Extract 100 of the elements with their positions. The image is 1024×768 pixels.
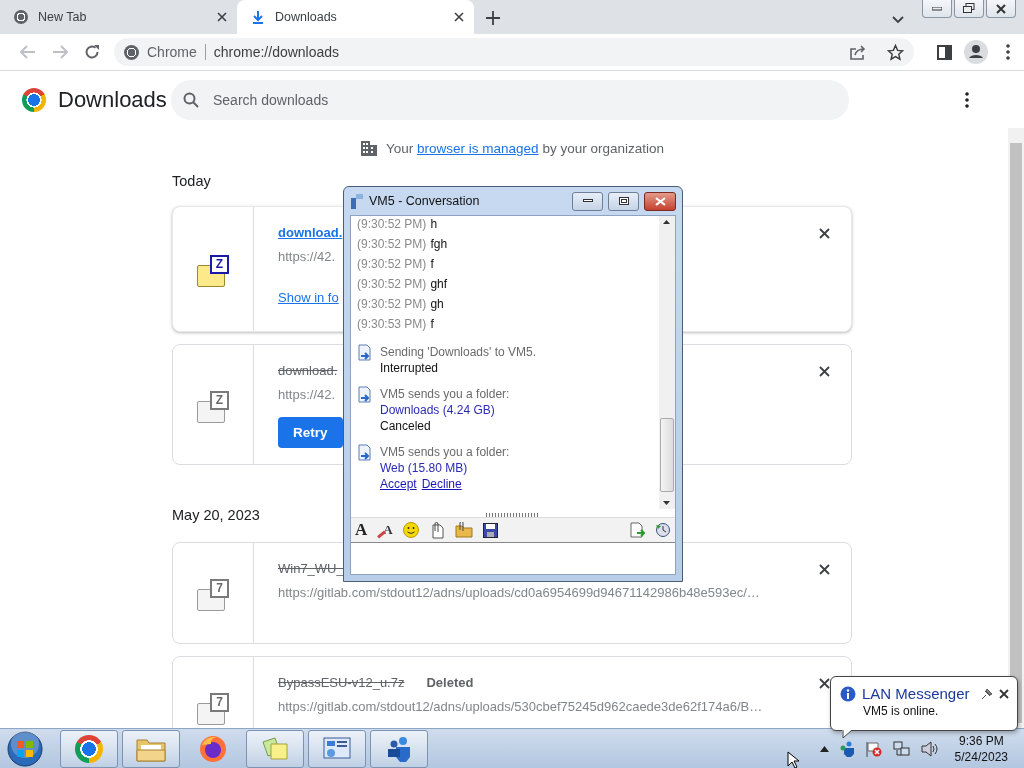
show-hidden-icons[interactable] <box>819 745 829 752</box>
source-url: https://42. <box>278 249 336 264</box>
transfer-text: VM5 sends you a folder: <box>380 444 510 460</box>
retry-button[interactable]: Retry <box>278 417 343 448</box>
close-icon <box>996 3 1006 14</box>
notification-title: LAN Messenger <box>862 685 971 702</box>
file-transfer-icon <box>357 444 373 461</box>
message-text: h <box>430 217 438 231</box>
smiley-icon[interactable] <box>402 522 419 538</box>
scrollbar[interactable] <box>659 216 675 509</box>
close-icon[interactable] <box>999 688 1009 699</box>
close-button[interactable] <box>986 0 1016 18</box>
scroll-up-icon[interactable] <box>663 220 670 224</box>
messenger-icon <box>386 734 412 763</box>
minimize-button[interactable] <box>572 191 603 211</box>
scroll-thumb[interactable] <box>660 418 674 492</box>
chrome-logo <box>22 87 46 112</box>
taskbar-button[interactable] <box>122 729 180 768</box>
reload-icon[interactable] <box>84 44 100 60</box>
browser-tab[interactable]: Downloads <box>237 0 474 34</box>
search-field[interactable]: Search downloads <box>171 79 849 120</box>
chrome-icon <box>75 734 103 763</box>
file-name[interactable]: download. <box>278 224 343 240</box>
timestamp: (9:30:52 PM) <box>357 257 427 271</box>
folder-link[interactable]: Web (15.80 MB) <box>380 460 510 476</box>
restore-button[interactable] <box>954 0 984 18</box>
transfer-status: Canceled <box>380 418 432 434</box>
clock[interactable]: 9:36 PM 5/24/2023 <box>954 732 1008 765</box>
info-icon <box>840 685 856 702</box>
close-icon[interactable] <box>217 12 227 22</box>
scrollbar[interactable] <box>1008 128 1024 728</box>
search-icon <box>183 91 199 108</box>
profile-icon[interactable] <box>964 40 988 64</box>
site-label: Chrome <box>147 44 206 60</box>
transfer-link[interactable]: Accept <box>380 476 417 492</box>
message-text: ghf <box>430 277 448 291</box>
file-name: BypassESU-v12_u.7z <box>278 674 405 690</box>
timestamp: (9:30:52 PM) <box>357 277 427 291</box>
caret-icon[interactable] <box>892 16 904 24</box>
scroll-down-icon[interactable] <box>663 501 670 505</box>
maximize-icon <box>618 197 629 205</box>
timestamp: (9:30:52 PM) <box>357 217 427 231</box>
star-icon[interactable] <box>887 43 904 61</box>
flag-alert-icon[interactable] <box>864 740 883 757</box>
date-heading: May 20, 2023 <box>172 507 260 523</box>
sticky-notes-icon <box>260 735 290 762</box>
restore-icon <box>963 3 975 14</box>
network-icon[interactable] <box>892 740 911 757</box>
message-text: f <box>430 317 434 331</box>
download-icon <box>251 10 265 24</box>
font-icon[interactable]: A <box>355 520 368 540</box>
transfer-text: VM5 sends you a folder: <box>380 386 510 402</box>
scroll-thumb[interactable] <box>1010 143 1022 723</box>
address-bar[interactable]: Chrome chrome://downloads <box>114 38 914 66</box>
source-url: https://gitlab.com/stdout12/adns/uploads/530cbef75245d962caede3de62f174a6/B… <box>278 699 763 714</box>
send-file-icon[interactable] <box>630 522 645 538</box>
transfer-status: Interrupted <box>380 360 440 376</box>
close-icon[interactable] <box>819 228 830 239</box>
taskbar-button[interactable] <box>308 729 366 768</box>
file-transfer-icon <box>357 344 373 361</box>
pin-icon[interactable] <box>981 687 993 700</box>
close-icon[interactable] <box>819 678 830 689</box>
new-tab-icon[interactable] <box>486 11 500 25</box>
file-name: Win7_WU_ <box>278 560 344 576</box>
close-icon[interactable] <box>819 564 830 575</box>
transfer-text: Sending 'Downloads' to VM5. <box>380 344 536 360</box>
taskbar-button[interactable] <box>370 729 428 768</box>
url-text: chrome://downloads <box>213 44 341 60</box>
share-icon[interactable] <box>849 44 867 60</box>
side-panel-icon[interactable] <box>936 44 952 60</box>
taskbar-button[interactable] <box>60 729 118 768</box>
messenger-icon[interactable] <box>838 740 855 757</box>
close-icon <box>654 196 666 206</box>
menu-icon[interactable] <box>1006 44 1010 60</box>
folder-link[interactable]: Downloads (4.24 GB) <box>380 402 510 418</box>
managed-link[interactable]: browser is managed <box>417 140 539 156</box>
minimize-icon <box>582 199 593 203</box>
show-in-folder-link[interactable]: Show in fo <box>278 290 339 305</box>
close-icon[interactable] <box>819 366 830 377</box>
file-name: download. <box>278 362 338 378</box>
status-label: Deleted <box>426 674 474 690</box>
timestamp: (9:30:53 PM) <box>357 317 427 331</box>
save-icon[interactable] <box>482 522 498 538</box>
more-icon[interactable] <box>965 91 969 108</box>
managed-notice: Your browser is managed by your organization <box>386 140 664 156</box>
maximize-button[interactable] <box>608 191 639 211</box>
fox-globe-icon <box>199 734 227 763</box>
file-transfer-icon <box>357 386 373 403</box>
browser-tab[interactable]: New Tab <box>0 0 237 34</box>
volume-icon[interactable] <box>920 740 939 757</box>
attach-folder-icon[interactable] <box>454 522 473 538</box>
clock-date: 5/24/2023 <box>954 748 1008 765</box>
transfer-link[interactable]: Decline <box>421 476 462 492</box>
close-button[interactable] <box>644 191 676 211</box>
close-icon[interactable] <box>454 12 464 22</box>
mouse-cursor-icon <box>787 751 800 768</box>
start-button[interactable] <box>4 729 46 768</box>
splitter-grip[interactable] <box>486 513 540 517</box>
message-text: gh <box>430 297 444 311</box>
history-icon[interactable] <box>655 522 671 538</box>
